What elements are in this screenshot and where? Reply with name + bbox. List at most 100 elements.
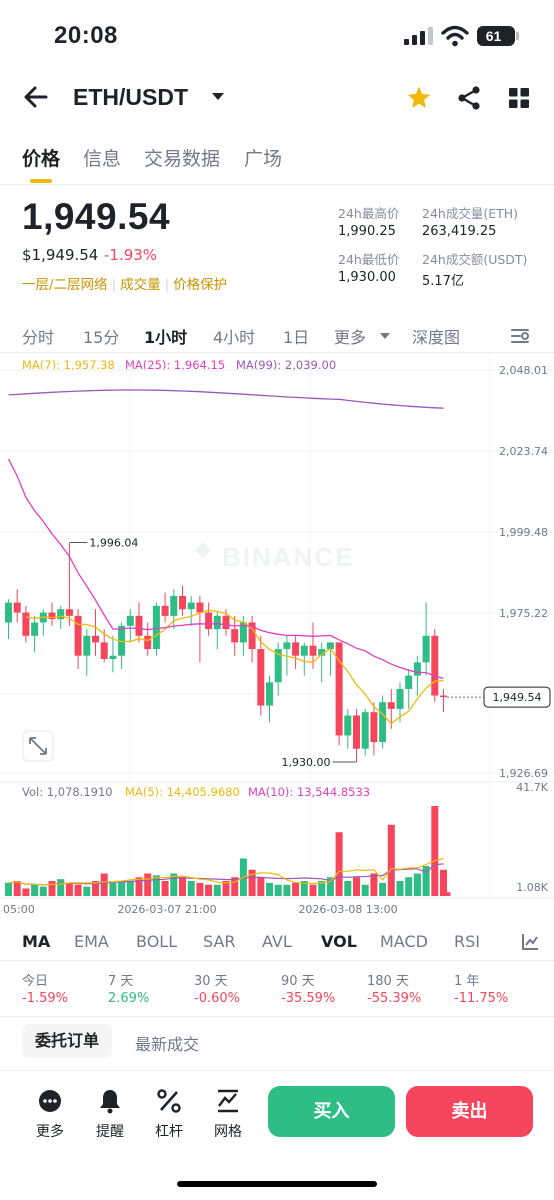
- candle-body: [283, 642, 291, 650]
- perf-label: 7 天: [108, 974, 134, 989]
- tab-info[interactable]: 信息: [83, 144, 121, 171]
- share-icon[interactable]: [456, 85, 482, 111]
- fullscreen-button[interactable]: [22, 730, 54, 762]
- candle-body: [292, 642, 300, 656]
- vol-ma5-legend: MA(5): 14,405.9680: [125, 785, 240, 799]
- low-value: 1,930.00: [338, 270, 396, 285]
- candle-body: [205, 612, 213, 630]
- candle-body: [413, 662, 421, 676]
- high-value: 1,990.25: [338, 224, 396, 239]
- battery-icon: 61: [477, 26, 519, 46]
- candle-body: [440, 695, 447, 698]
- alert-label[interactable]: 提醒: [90, 1121, 130, 1141]
- volume-bar: [57, 879, 65, 896]
- tab-open-orders[interactable]: 委托订单: [22, 1024, 112, 1058]
- candle-body: [22, 612, 30, 636]
- vol-usdt-label: 24h成交额(USDT): [422, 252, 528, 267]
- depth-chart-tab[interactable]: 深度图: [412, 324, 460, 348]
- sell-button[interactable]: 卖出: [406, 1086, 533, 1137]
- interval-15m[interactable]: 15分: [83, 324, 119, 348]
- volume-bar: [161, 881, 169, 896]
- volume-bar: [387, 824, 395, 896]
- status-bar: 20:08 61: [0, 0, 554, 72]
- low-annotation: 1,930.00: [282, 756, 331, 769]
- indicator-macd[interactable]: MACD: [380, 932, 428, 951]
- active-tab-indicator: [30, 179, 52, 183]
- candle-body: [170, 595, 178, 616]
- candle-body: [135, 615, 143, 636]
- grid-label[interactable]: 网格: [208, 1121, 248, 1141]
- price-usd: $1,949.54: [22, 246, 99, 264]
- interval-1d[interactable]: 1日: [283, 324, 309, 348]
- star-icon[interactable]: [406, 85, 432, 111]
- leverage-label[interactable]: 杠杆: [149, 1121, 189, 1141]
- last-price: 1,949.54: [22, 196, 171, 237]
- candle-body: [57, 609, 65, 620]
- bell-icon[interactable]: [97, 1088, 123, 1114]
- candle-body: [309, 645, 317, 656]
- indicator-ema[interactable]: EMA: [74, 932, 109, 951]
- indicator-boll[interactable]: BOLL: [136, 932, 177, 951]
- tab-price[interactable]: 价格: [22, 144, 60, 171]
- tab-trading-data[interactable]: 交易数据: [144, 144, 220, 171]
- pair-title[interactable]: ETH/USDT: [73, 84, 188, 111]
- chart-grid: [0, 353, 554, 899]
- perf-label: 今日: [22, 974, 49, 989]
- tag-price-protection[interactable]: 价格保护: [173, 277, 227, 293]
- candlestick-chart[interactable]: BINANCE 41.7K 1.08K 2,048.01 2,023.74 1,999…: [0, 353, 554, 913]
- interval-1h[interactable]: 1小时: [144, 324, 187, 348]
- indicator-divider: [0, 960, 554, 961]
- indicator-vol[interactable]: VOL: [321, 932, 357, 951]
- indicator-sar[interactable]: SAR: [203, 932, 236, 951]
- volume-bar: [413, 873, 421, 896]
- grid-menu-icon[interactable]: [506, 85, 532, 111]
- volume-bar: [396, 881, 404, 896]
- volume-bar: [196, 882, 204, 896]
- volume-bar: [370, 873, 378, 896]
- more-caret-icon[interactable]: [380, 333, 390, 339]
- high-label: 24h最高价: [338, 206, 400, 221]
- volume-bar: [379, 882, 387, 896]
- vol-tick-label: 1.08K: [516, 881, 548, 894]
- volume-bar: [213, 884, 221, 896]
- candle-body: [231, 629, 239, 643]
- candle-body: [92, 635, 99, 643]
- interval-timeshare[interactable]: 分时: [22, 324, 54, 348]
- more-icon[interactable]: [37, 1088, 63, 1114]
- vol-legend: Vol: 1,078.1910: [22, 785, 113, 799]
- grid-trading-icon[interactable]: [215, 1088, 241, 1114]
- buy-button[interactable]: 买入: [268, 1086, 395, 1137]
- interval-more[interactable]: 更多: [334, 324, 366, 348]
- wifi-icon: [441, 25, 469, 47]
- x-tick-label: 05:00: [3, 903, 35, 913]
- indicator-rsi[interactable]: RSI: [454, 932, 480, 951]
- candle-body: [65, 609, 73, 616]
- tabs-divider: [0, 184, 554, 185]
- indicator-settings-icon[interactable]: [520, 932, 540, 952]
- tag-layer-network[interactable]: 一层/二层网络: [22, 277, 108, 293]
- chart-settings-icon[interactable]: [510, 326, 530, 346]
- tab-square[interactable]: 广场: [244, 144, 282, 171]
- volume-bar: [205, 884, 213, 896]
- indicator-avl[interactable]: AVL: [262, 932, 292, 951]
- volume-bar: [135, 877, 143, 896]
- more-label[interactable]: 更多: [30, 1121, 70, 1141]
- perf-value: 2.69%: [108, 991, 150, 1006]
- candle-body: [213, 615, 221, 630]
- home-indicator[interactable]: [177, 1181, 377, 1187]
- volume-bar: [22, 888, 30, 896]
- pair-dropdown-icon[interactable]: [212, 93, 224, 100]
- x-axis-labels: 05:00 2026-03-07 21:00 2026-03-08 13:00: [3, 903, 398, 913]
- candle-body: [48, 612, 56, 620]
- leverage-icon[interactable]: [156, 1088, 182, 1114]
- volume-bar: [274, 884, 282, 896]
- back-arrow-icon[interactable]: [22, 84, 50, 110]
- tag-volume[interactable]: 成交量: [120, 277, 161, 293]
- candle-body: [379, 702, 387, 743]
- pair-header: ETH/USDT: [0, 76, 554, 122]
- volume-bar: [65, 882, 73, 896]
- indicator-ma[interactable]: MA: [22, 932, 50, 951]
- candle-body: [370, 712, 378, 743]
- interval-4h[interactable]: 4小时: [213, 324, 255, 348]
- tab-latest-trades[interactable]: 最新成交: [135, 1031, 199, 1055]
